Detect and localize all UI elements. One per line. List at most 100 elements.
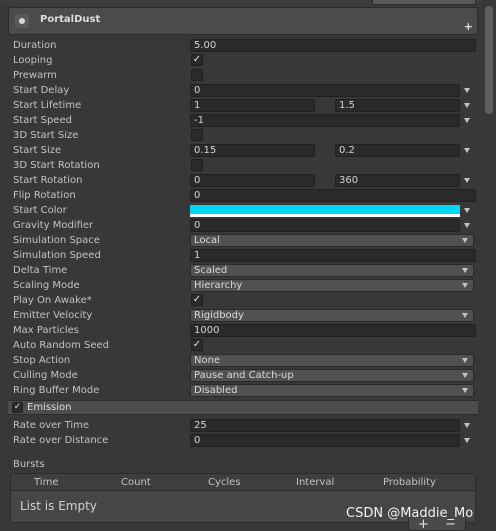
chevron-down-icon xyxy=(462,238,468,243)
start-color-swatch[interactable] xyxy=(190,205,460,217)
start-size-max-field[interactable]: 0.2 xyxy=(335,144,460,157)
start-size-3d-checkbox[interactable] xyxy=(191,129,203,141)
top-strip xyxy=(0,0,496,6)
rate-over-time-field[interactable]: 25 xyxy=(190,419,460,432)
culling-mode-label: Culling Mode xyxy=(13,370,78,381)
start-rotation-max-field[interactable]: 360 xyxy=(335,174,460,187)
row-prewarm: Prewarm xyxy=(13,69,478,83)
duration-label: Duration xyxy=(13,40,57,51)
duration-field[interactable]: 5.00 xyxy=(190,39,476,52)
row-emitter-velocity: Emitter Velocity Rigidbody xyxy=(13,309,478,323)
emission-enabled-checkbox[interactable]: ✓ xyxy=(12,402,23,413)
row-start-size: Start Size 0.15 0.2 xyxy=(13,144,478,158)
max-particles-field[interactable]: 1000 xyxy=(190,324,476,337)
bursts-column-cycles: Cycles xyxy=(208,477,241,488)
start-rotation-min-field[interactable]: 0 xyxy=(190,174,315,187)
scaling-mode-value: Hierarchy xyxy=(194,280,243,291)
start-rotation-3d-checkbox[interactable] xyxy=(191,159,203,171)
row-stop-action: Stop Action None xyxy=(13,354,478,368)
gravity-modifier-label: Gravity Modifier xyxy=(13,220,94,231)
bursts-empty-text: List is Empty xyxy=(20,499,97,513)
start-color-label: Start Color xyxy=(13,205,67,216)
emitter-velocity-label: Emitter Velocity xyxy=(13,310,93,321)
delta-time-dropdown[interactable]: Scaled xyxy=(190,264,474,277)
add-module-button[interactable]: + xyxy=(464,20,473,33)
chevron-down-icon[interactable] xyxy=(464,208,470,213)
gravity-modifier-field[interactable]: 0 xyxy=(190,219,460,232)
delta-time-value: Scaled xyxy=(194,265,228,276)
watermark: CSDN @Maddie_Mo xyxy=(346,506,474,521)
auto-random-seed-checkbox[interactable]: ✓ xyxy=(191,339,203,351)
start-lifetime-min-field[interactable]: 1 xyxy=(190,99,315,112)
bursts-header: Time Count Cycles Interval Probability xyxy=(11,474,475,491)
chevron-down-icon[interactable] xyxy=(464,438,470,443)
stop-action-label: Stop Action xyxy=(13,355,71,366)
ring-buffer-mode-value: Disabled xyxy=(194,385,238,396)
start-delay-label: Start Delay xyxy=(13,85,70,96)
chevron-down-icon[interactable] xyxy=(464,178,470,183)
simulation-space-dropdown[interactable]: Local xyxy=(190,234,474,247)
row-simulation-space: Simulation Space Local xyxy=(13,234,478,248)
row-rate-over-distance: Rate over Distance 0 xyxy=(13,434,478,448)
row-ring-buffer-mode: Ring Buffer Mode Disabled xyxy=(13,384,478,398)
culling-mode-value: Pause and Catch-up xyxy=(194,370,294,381)
chevron-down-icon[interactable] xyxy=(464,223,470,228)
looping-label: Looping xyxy=(13,55,53,66)
rate-over-time-label: Rate over Time xyxy=(13,420,90,431)
chevron-down-icon xyxy=(462,358,468,363)
chevron-down-icon[interactable] xyxy=(464,423,470,428)
row-delta-time: Delta Time Scaled xyxy=(13,264,478,278)
scrollbar-thumb[interactable] xyxy=(485,6,493,114)
simulation-speed-label: Simulation Speed xyxy=(13,250,101,261)
start-speed-label: Start Speed xyxy=(13,115,72,126)
auto-random-seed-label: Auto Random Seed xyxy=(13,340,109,351)
row-duration: Duration 5.00 xyxy=(13,39,478,53)
row-culling-mode: Culling Mode Pause and Catch-up xyxy=(13,369,478,383)
chevron-down-icon xyxy=(462,373,468,378)
play-on-awake-checkbox[interactable]: ✓ xyxy=(191,294,203,306)
scaling-mode-label: Scaling Mode xyxy=(13,280,80,291)
simulation-speed-field[interactable]: 1 xyxy=(190,249,476,262)
culling-mode-dropdown[interactable]: Pause and Catch-up xyxy=(190,369,474,382)
prewarm-checkbox[interactable] xyxy=(191,69,203,81)
bursts-column-time: Time xyxy=(34,477,59,488)
emitter-velocity-dropdown[interactable]: Rigidbody xyxy=(190,309,474,322)
chevron-down-icon[interactable] xyxy=(464,103,470,108)
emitter-velocity-value: Rigidbody xyxy=(194,310,244,321)
stop-action-dropdown[interactable]: None xyxy=(190,354,474,367)
emission-header[interactable]: ✓ Emission xyxy=(8,400,478,415)
row-start-speed: Start Speed -1 xyxy=(13,114,478,128)
rate-over-distance-field[interactable]: 0 xyxy=(190,434,460,447)
row-3d-start-rotation: 3D Start Rotation xyxy=(13,159,478,173)
row-auto-random-seed: Auto Random Seed ✓ xyxy=(13,339,478,353)
chevron-down-icon[interactable] xyxy=(464,118,470,123)
row-play-on-awake: Play On Awake* ✓ xyxy=(13,294,478,308)
ring-buffer-mode-dropdown[interactable]: Disabled xyxy=(190,384,474,397)
flip-rotation-field[interactable]: 0 xyxy=(190,189,476,202)
bursts-column-count: Count xyxy=(121,477,151,488)
row-start-delay: Start Delay 0 xyxy=(13,84,478,98)
looping-checkbox[interactable]: ✓ xyxy=(191,54,203,66)
module-header[interactable]: PortalDust + xyxy=(8,7,478,35)
open-editor-tab[interactable] xyxy=(372,0,476,5)
scaling-mode-dropdown[interactable]: Hierarchy xyxy=(190,279,474,292)
row-looping: Looping ✓ xyxy=(13,54,478,68)
start-speed-field[interactable]: -1 xyxy=(190,114,460,127)
scrollbar[interactable] xyxy=(482,0,496,531)
start-size-label: Start Size xyxy=(13,145,62,156)
stop-action-value: None xyxy=(194,355,221,366)
simulation-space-label: Simulation Space xyxy=(13,235,100,246)
start-size-3d-label: 3D Start Size xyxy=(13,130,79,141)
module-title: PortalDust xyxy=(40,14,101,25)
start-rotation-label: Start Rotation xyxy=(13,175,83,186)
play-on-awake-label: Play On Awake* xyxy=(13,295,92,306)
start-delay-field[interactable]: 0 xyxy=(190,84,460,97)
max-particles-label: Max Particles xyxy=(13,325,80,336)
chevron-down-icon xyxy=(462,268,468,273)
row-max-particles: Max Particles 1000 xyxy=(13,324,478,338)
start-rotation-3d-label: 3D Start Rotation xyxy=(13,160,100,171)
start-size-min-field[interactable]: 0.15 xyxy=(190,144,315,157)
chevron-down-icon[interactable] xyxy=(464,88,470,93)
start-lifetime-max-field[interactable]: 1.5 xyxy=(335,99,460,112)
chevron-down-icon[interactable] xyxy=(464,148,470,153)
